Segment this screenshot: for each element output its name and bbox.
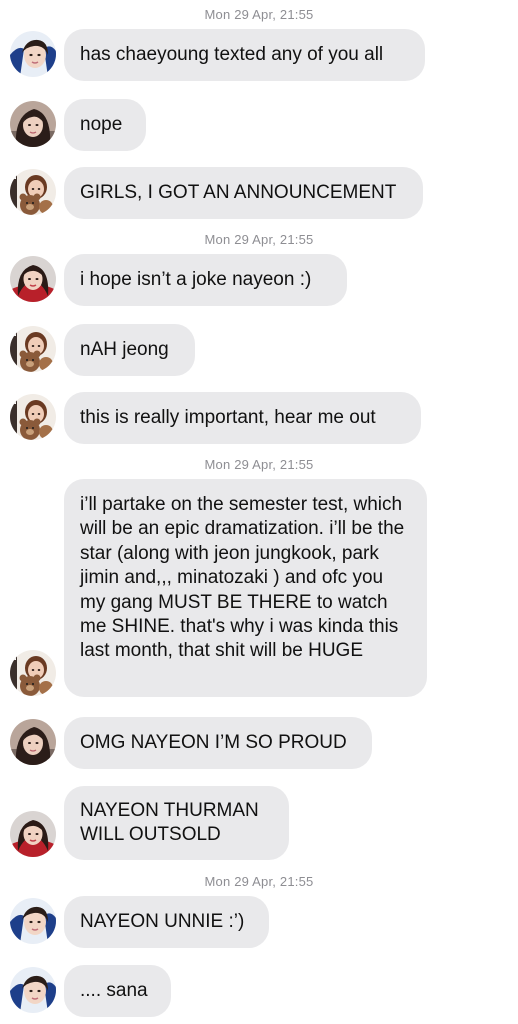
avatar-teddy-bear-icon[interactable] — [10, 326, 56, 372]
avatar-red-jacket-icon[interactable] — [10, 811, 56, 857]
message-bubble[interactable]: .... sana — [64, 965, 171, 1017]
message-bubble[interactable]: GIRLS, I GOT AN ANNOUNCEMENT — [64, 167, 423, 219]
conversation-view[interactable]: Mon 29 Apr, 21:55 has chaeyoung texted a… — [0, 0, 518, 1024]
message-bubble[interactable]: NAYEON THURMAN WILL OUTSOLD — [64, 786, 289, 860]
message-timestamp: Mon 29 Apr, 21:55 — [204, 7, 314, 22]
message-timestamp: Mon 29 Apr, 21:55 — [204, 232, 314, 247]
avatar-dark-hair-icon[interactable] — [10, 101, 56, 147]
avatar-teddy-bear-icon[interactable] — [10, 394, 56, 440]
message-bubble[interactable]: has chaeyoung texted any of you all — [64, 29, 425, 81]
message-bubble[interactable]: OMG NAYEON I’M SO PROUD — [64, 717, 372, 769]
message-bubble[interactable]: this is really important, hear me out — [64, 392, 421, 444]
message-bubble[interactable]: NAYEON UNNIE :’) — [64, 896, 269, 948]
avatar-blue-hoodie-icon[interactable] — [10, 967, 56, 1013]
message-bubble[interactable]: nope — [64, 99, 146, 151]
avatar-teddy-bear-icon[interactable] — [10, 169, 56, 215]
message-bubble[interactable]: i’ll partake on the semester test, which… — [64, 479, 427, 697]
message-bubble[interactable]: nAH jeong — [64, 324, 195, 376]
message-timestamp: Mon 29 Apr, 21:55 — [204, 457, 314, 472]
avatar-dark-hair-icon[interactable] — [10, 719, 56, 765]
avatar-blue-hoodie-icon[interactable] — [10, 31, 56, 77]
avatar-teddy-bear-icon[interactable] — [10, 650, 56, 696]
avatar-red-jacket-icon[interactable] — [10, 256, 56, 302]
avatar-blue-hoodie-icon[interactable] — [10, 898, 56, 944]
message-bubble[interactable]: i hope isn’t a joke nayeon :) — [64, 254, 347, 306]
message-timestamp: Mon 29 Apr, 21:55 — [204, 874, 314, 889]
